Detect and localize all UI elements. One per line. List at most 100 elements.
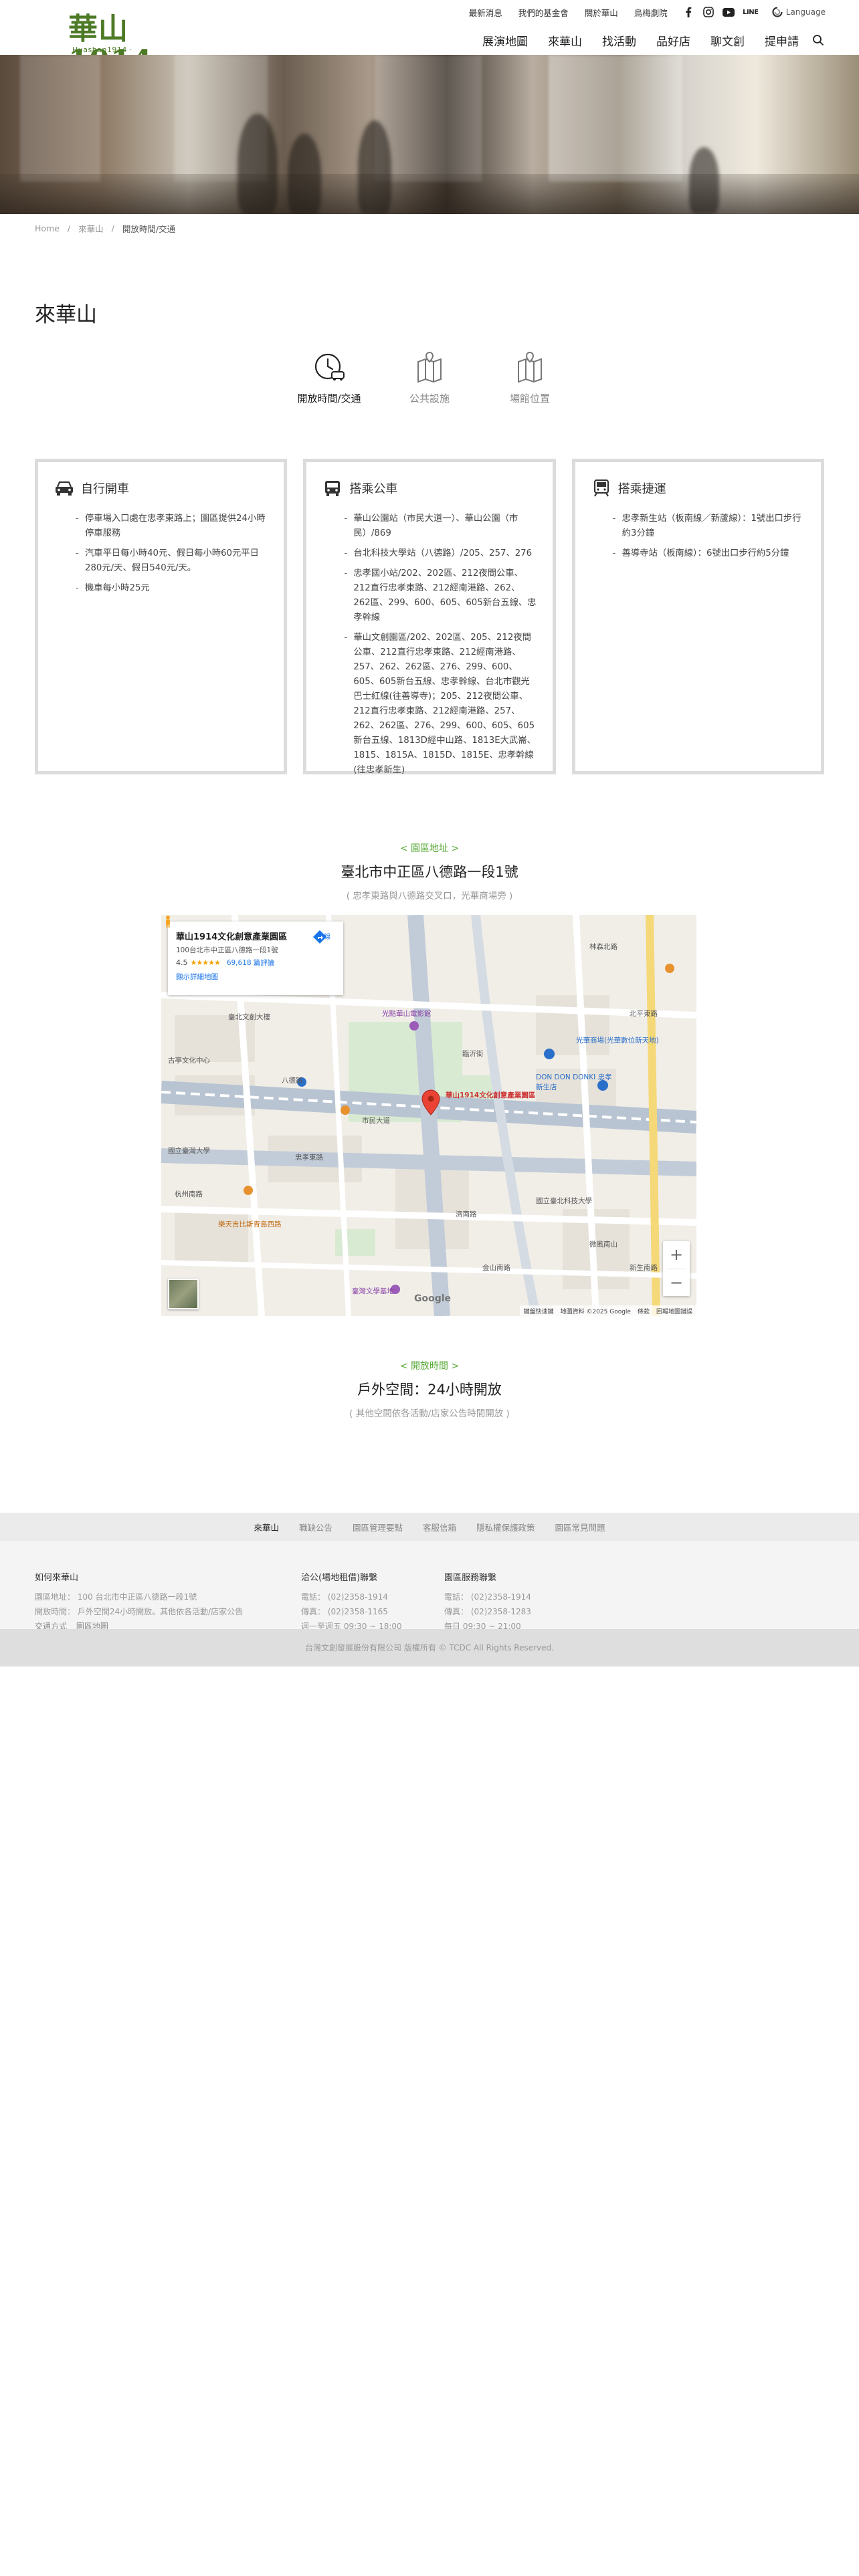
nav-creative[interactable]: 聊文創: [710, 32, 745, 49]
language-selector[interactable]: Language: [772, 7, 826, 17]
footer-phone: 電話： (02)2358-1914: [444, 1592, 531, 1602]
hours-section-tag: < 開放時間 >: [399, 1361, 460, 1372]
list-item: 汽車平日每小時40元、假日每小時60元平日280元/天、假日540元/天。: [76, 546, 268, 576]
keyboard-shortcuts-link[interactable]: 鍵盤快速鍵: [524, 1307, 554, 1315]
footer-link-privacy[interactable]: 隱私權保護政策: [476, 1521, 535, 1533]
zoom-in-button[interactable]: +: [663, 1241, 690, 1269]
map-label: 金山南路: [482, 1264, 510, 1272]
metro-icon: [593, 479, 609, 497]
reviews-link[interactable]: 69,618 篇評論: [227, 958, 275, 968]
map-label: 光華商場(光華數位新天地): [576, 1037, 659, 1045]
hero-person: [288, 134, 321, 214]
footer-link-jobs[interactable]: 職缺公告: [299, 1521, 332, 1533]
top-link-about[interactable]: 關於華山: [585, 6, 618, 19]
directions-button[interactable]: 路線: [312, 930, 335, 944]
park-address: 臺北市中正區八德路一段1號: [341, 864, 518, 880]
transport-cards: 自行開車 停車場入口處在忠孝東路上；園區提供24小時停車服務 汽車平日每小時40…: [35, 459, 824, 775]
breadcrumb-visit[interactable]: 來華山: [78, 222, 104, 235]
report-error-link[interactable]: 回報地圖錯誤: [656, 1307, 692, 1315]
line-icon[interactable]: LINE: [743, 6, 759, 18]
list-item: 機車每小時25元: [76, 581, 268, 596]
google-map[interactable]: 華山1914文化創意產業園區 光點華山電影館 臺北文創大樓 光華商場(光華數位新…: [161, 915, 696, 1316]
hero-person: [237, 114, 278, 214]
footer-address: 園區地址： 100 台北市中正區八德路一段1號: [35, 1592, 197, 1602]
nav-shops[interactable]: 品好店: [656, 32, 690, 49]
tab-facilities[interactable]: 公共設施: [393, 351, 466, 418]
tab-hours-transport[interactable]: 開放時間/交通: [292, 351, 366, 418]
footer-link-contact[interactable]: 客服信箱: [423, 1521, 456, 1533]
main-navigation: 展演地圖 來華山 找活動 品好店 聊文創 提申請: [462, 31, 826, 49]
footer-link-rules[interactable]: 園區管理要點: [353, 1521, 403, 1533]
pegman-icon[interactable]: [161, 915, 175, 928]
top-link-theater[interactable]: 烏梅劇院: [634, 6, 668, 19]
top-link-news[interactable]: 最新消息: [469, 6, 502, 19]
hero-window: [549, 55, 682, 182]
card-title: 自行開車: [81, 482, 129, 496]
footer-link-faq[interactable]: 園區常見問題: [555, 1521, 605, 1533]
hero-person: [689, 147, 719, 214]
breadcrumb-separator: /: [67, 223, 71, 233]
copyright-bar: 台灣文創發展股份有限公司 版權所有 © TCDC All Rights Rese…: [0, 1629, 859, 1667]
site-logo[interactable]: 華山1914 Huashan1914 · Creative Park: [33, 7, 161, 78]
instagram-icon[interactable]: [702, 6, 714, 18]
map-label: 八德路: [282, 1077, 303, 1085]
zoom-out-button[interactable]: −: [663, 1269, 690, 1297]
breadcrumb-separator: /: [111, 223, 114, 233]
map-label: 樂天吉比斯青島西路: [218, 1220, 282, 1228]
tab-label: 公共設施: [409, 393, 450, 405]
footer-col-service: 園區服務聯繫 電話： (02)2358-1914 傳真： (02)2358-12…: [444, 1570, 531, 1634]
site-header: 華山1914 Huashan1914 · Creative Park 最新消息 …: [0, 0, 859, 78]
map-pin-icon: [417, 351, 442, 383]
breadcrumb-home[interactable]: Home: [35, 223, 60, 233]
map-zoom-control: + −: [663, 1241, 690, 1296]
bus-icon: [325, 481, 341, 496]
map-data-credit: 地圖資料 ©2025 Google: [560, 1308, 631, 1315]
map-place-card: 華山1914文化創意產業園區 100台北市中正區八德路一段1號 4.5 ★★★★…: [168, 922, 343, 995]
map-label: 北平東路: [630, 1010, 658, 1018]
map-label: 臨沂街: [462, 1050, 484, 1058]
view-larger-map-link[interactable]: 顯示詳細地圖: [176, 972, 335, 982]
hero-floor: [0, 174, 859, 214]
footer-info: 如何來華山 園區地址： 100 台北市中正區八德路一段1號 開放時間： 戶外空間…: [0, 1541, 859, 1631]
top-link-foundation[interactable]: 我們的基金會: [518, 6, 569, 19]
car-icon: [56, 481, 73, 496]
nav-venue-map[interactable]: 展演地圖: [482, 32, 528, 49]
footer-navigation: 來華山 職缺公告 園區管理要點 客服信箱 隱私權保護政策 園區常見問題: [0, 1513, 859, 1541]
footer-col-business: 洽公(場地租借)聯繫 電話： (02)2358-1914 傳真： (02)235…: [301, 1570, 402, 1634]
card-driving: 自行開車 停車場入口處在忠孝東路上；園區提供24小時停車服務 汽車平日每小時40…: [35, 459, 288, 774]
nav-events[interactable]: 找活動: [602, 32, 636, 49]
top-utility-bar: 最新消息 我們的基金會 關於華山 烏梅劇院 LINE Language: [453, 5, 826, 19]
nav-visit[interactable]: 來華山: [548, 32, 582, 49]
map-attribution: 鍵盤快速鍵 地圖資料 ©2025 Google 條款 回報地圖錯誤: [519, 1305, 696, 1316]
social-links: LINE: [682, 6, 759, 18]
address-section-tag: < 園區地址 >: [399, 843, 460, 854]
hero-window: [20, 55, 100, 182]
search-icon[interactable]: [811, 33, 826, 47]
footer-col-title: 洽公(場地租借)聯繫: [301, 1573, 378, 1583]
facebook-icon[interactable]: [682, 6, 694, 18]
rating-value: 4.5: [176, 958, 188, 967]
map-place-address: 100台北市中正區八德路一段1號: [176, 946, 278, 954]
list-item: 停車場入口處在忠孝東路上；園區提供24小時停車服務: [76, 512, 268, 541]
youtube-icon[interactable]: [722, 6, 735, 18]
map-label: 國立臺北科技大學: [536, 1197, 592, 1205]
card-list: 忠孝新生站（板南線／新蘆線）：1號出口步行約3分鐘 善導寺站（板南線）：6號出口…: [591, 512, 805, 561]
hero-person: [358, 120, 391, 214]
language-label: Language: [785, 7, 826, 17]
list-item: 忠孝新生站（板南線／新蘆線）：1號出口步行約3分鐘: [613, 512, 805, 541]
card-list: 華山公園站（市民大道一）、華山公園（市民）/869 台北科技大學站（八德路）/2…: [322, 512, 536, 778]
google-logo: Google: [414, 1293, 452, 1304]
map-label: 濟南路: [456, 1210, 477, 1218]
tab-venue-location[interactable]: 場館位置: [493, 351, 567, 418]
terms-link[interactable]: 條款: [638, 1307, 650, 1315]
map-label: 微風南山: [589, 1241, 617, 1249]
hero-banner-image: [0, 55, 859, 214]
map-satellite-toggle[interactable]: [168, 1279, 199, 1309]
line-label: LINE: [743, 8, 759, 16]
map-label: 杭州南路: [175, 1190, 203, 1198]
footer-phone: 電話： (02)2358-1914: [301, 1592, 388, 1602]
map-pin-icon: [518, 351, 542, 383]
footer-link-visit[interactable]: 來華山: [254, 1521, 279, 1533]
nav-apply[interactable]: 提申請: [765, 32, 799, 49]
globe-icon: [772, 7, 783, 17]
